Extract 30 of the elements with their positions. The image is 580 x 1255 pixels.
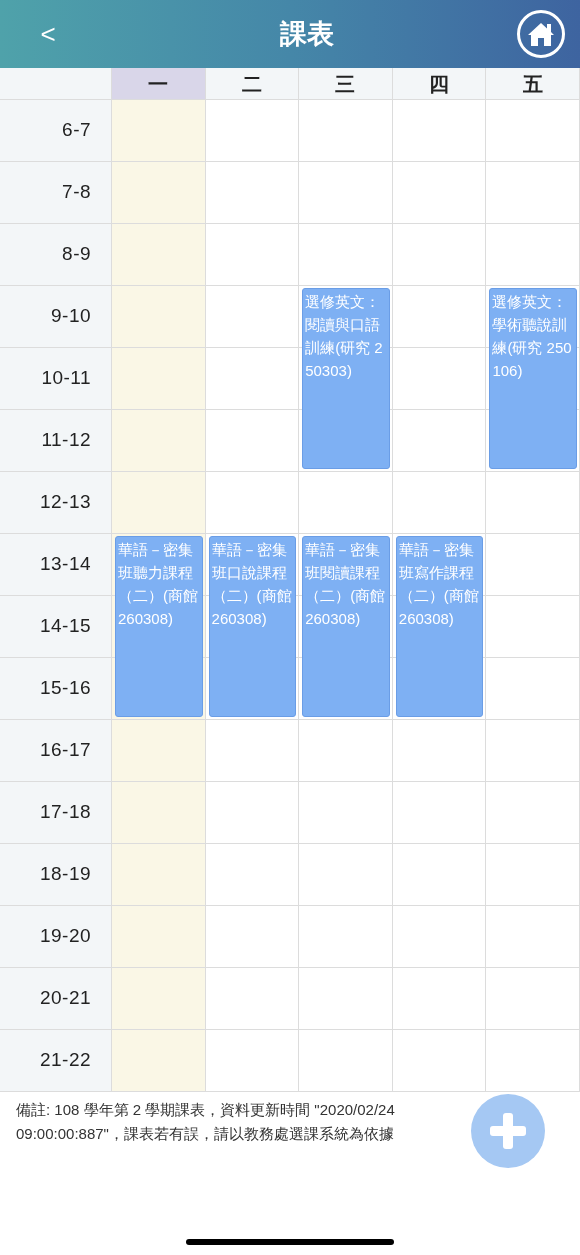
time-label: 17-18	[0, 782, 112, 844]
time-label: 16-17	[0, 720, 112, 782]
page-title: 課表	[280, 17, 334, 51]
plus-icon	[490, 1113, 526, 1149]
course-block[interactable]: 華語－密集班閱讀課程（二）(商館 260308)	[302, 536, 390, 717]
day-header[interactable]: 三	[299, 68, 393, 100]
time-label: 11-12	[0, 410, 112, 472]
home-icon[interactable]	[516, 9, 566, 59]
time-label: 7-8	[0, 162, 112, 224]
time-label: 19-20	[0, 906, 112, 968]
day-header[interactable]: 五	[486, 68, 580, 100]
time-label: 18-19	[0, 844, 112, 906]
course-block[interactable]: 華語－密集班聽力課程（二）(商館 260308)	[115, 536, 203, 717]
time-label: 10-11	[0, 348, 112, 410]
time-label: 15-16	[0, 658, 112, 720]
time-label: 21-22	[0, 1030, 112, 1092]
course-block[interactable]: 選修英文：學術聽說訓練(研究 250106)	[489, 288, 577, 469]
time-label: 13-14	[0, 534, 112, 596]
note-text: 備註: 108 學年第 2 學期課表，資料更新時間 "2020/02/24 09:00:00:887"，課表若有誤，請以教務處選課系統為依據	[16, 1100, 396, 1144]
time-label: 9-10	[0, 286, 112, 348]
time-label: 6-7	[0, 100, 112, 162]
day-header[interactable]: 一	[112, 68, 206, 100]
time-label: 12-13	[0, 472, 112, 534]
day-header[interactable]: 二	[205, 68, 300, 100]
back-button[interactable]: <	[38, 14, 58, 54]
time-label: 20-21	[0, 968, 112, 1030]
time-label: 14-15	[0, 596, 112, 658]
course-block[interactable]: 選修英文：閱讀與口語訓練(研究 250303)	[302, 288, 390, 469]
time-label: 8-9	[0, 224, 112, 286]
day-header[interactable]: 四	[392, 68, 487, 100]
